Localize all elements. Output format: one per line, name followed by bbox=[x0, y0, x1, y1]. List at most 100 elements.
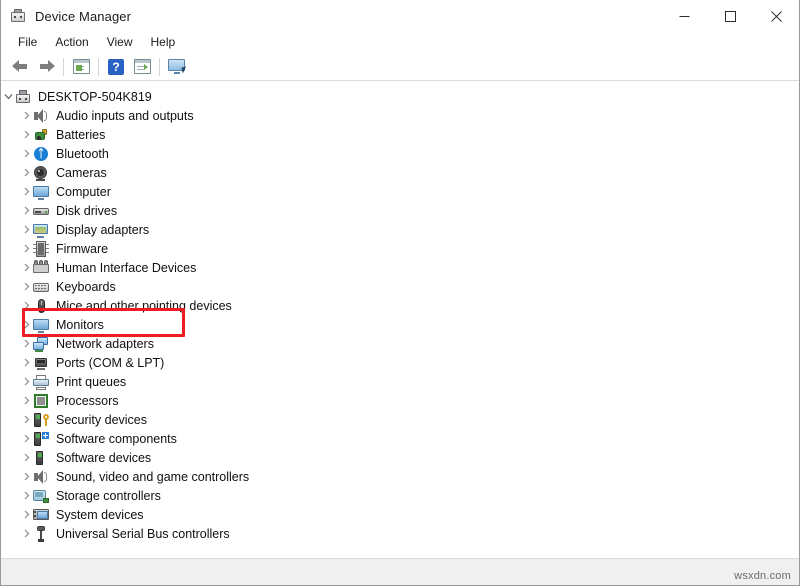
chevron-right-icon[interactable] bbox=[19, 448, 33, 467]
camera-icon bbox=[33, 165, 49, 181]
chevron-right-icon[interactable] bbox=[19, 353, 33, 372]
port-icon bbox=[33, 355, 49, 371]
toolbar-separator bbox=[63, 58, 64, 76]
tree-root-desktop[interactable]: DESKTOP-504K819 bbox=[1, 87, 799, 106]
chevron-right-icon[interactable] bbox=[19, 106, 33, 125]
chevron-right-icon[interactable] bbox=[19, 277, 33, 296]
tree-item-sound-video-and-game-controllers[interactable]: Sound, video and game controllers bbox=[1, 467, 799, 486]
tree-item-label: Keyboards bbox=[56, 279, 116, 295]
chevron-right-icon[interactable] bbox=[19, 486, 33, 505]
chevron-right-icon[interactable] bbox=[19, 163, 33, 182]
tree-item-label: Computer bbox=[56, 184, 111, 200]
menu-help[interactable]: Help bbox=[142, 33, 185, 52]
toolbar-separator bbox=[98, 58, 99, 76]
chevron-down-icon[interactable] bbox=[1, 87, 15, 106]
properties-button[interactable] bbox=[129, 55, 155, 79]
tree-item-network-adapters[interactable]: Network adapters bbox=[1, 334, 799, 353]
chevron-right-icon[interactable] bbox=[19, 315, 33, 334]
tree-item-storage-controllers[interactable]: Storage controllers bbox=[1, 486, 799, 505]
chevron-right-icon[interactable] bbox=[19, 182, 33, 201]
maximize-button[interactable] bbox=[707, 0, 753, 32]
hid-icon bbox=[33, 260, 49, 276]
chevron-right-icon[interactable] bbox=[19, 524, 33, 543]
printer-icon bbox=[33, 374, 49, 390]
scan-for-hardware-changes-button[interactable] bbox=[164, 55, 190, 79]
chevron-right-icon[interactable] bbox=[19, 334, 33, 353]
chevron-right-icon[interactable] bbox=[19, 201, 33, 220]
properties-icon bbox=[134, 59, 151, 74]
back-button[interactable] bbox=[7, 55, 33, 79]
device-tree-panel[interactable]: DESKTOP-504K819 Audio inputs and outputs bbox=[1, 81, 799, 558]
tree-item-universal-serial-bus-controllers[interactable]: Universal Serial Bus controllers bbox=[1, 524, 799, 543]
computer-icon bbox=[15, 89, 31, 105]
tree-item-label: Sound, video and game controllers bbox=[56, 469, 249, 485]
tree-item-human-interface-devices[interactable]: Human Interface Devices bbox=[1, 258, 799, 277]
window-controls bbox=[661, 0, 799, 32]
tree-item-print-queues[interactable]: Print queues bbox=[1, 372, 799, 391]
menu-view[interactable]: View bbox=[98, 33, 142, 52]
tree-item-security-devices[interactable]: Security devices bbox=[1, 410, 799, 429]
firmware-chip-icon bbox=[33, 241, 49, 257]
speaker-icon bbox=[33, 469, 49, 485]
tree-item-label: Print queues bbox=[56, 374, 126, 390]
tree-item-system-devices[interactable]: System devices bbox=[1, 505, 799, 524]
network-adapter-icon bbox=[33, 336, 49, 352]
tree-item-label: Ports (COM & LPT) bbox=[56, 355, 164, 371]
security-device-icon bbox=[33, 412, 49, 428]
monitor-icon bbox=[33, 317, 49, 333]
tree-item-mice-and-other-pointing-devices[interactable]: Mice and other pointing devices bbox=[1, 296, 799, 315]
forward-button[interactable] bbox=[33, 55, 59, 79]
tree-item-label: Human Interface Devices bbox=[56, 260, 196, 276]
chevron-right-icon[interactable] bbox=[19, 220, 33, 239]
tree-root-label: DESKTOP-504K819 bbox=[38, 89, 152, 105]
tree-item-firmware[interactable]: Firmware bbox=[1, 239, 799, 258]
tree-item-software-devices[interactable]: Software devices bbox=[1, 448, 799, 467]
chevron-right-icon[interactable] bbox=[19, 391, 33, 410]
tree-item-audio-inputs-and-outputs[interactable]: Audio inputs and outputs bbox=[1, 106, 799, 125]
menu-action[interactable]: Action bbox=[46, 33, 97, 52]
tree-item-cameras[interactable]: Cameras bbox=[1, 163, 799, 182]
tree-item-label: Audio inputs and outputs bbox=[56, 108, 194, 124]
tree-item-label: Cameras bbox=[56, 165, 107, 181]
chevron-right-icon[interactable] bbox=[19, 467, 33, 486]
disk-drive-icon bbox=[33, 203, 49, 219]
tree-item-label: Storage controllers bbox=[56, 488, 161, 504]
tree-item-label: Software devices bbox=[56, 450, 151, 466]
chevron-right-icon[interactable] bbox=[19, 372, 33, 391]
device-manager-window: Device Manager File Action View Help bbox=[0, 0, 800, 586]
scan-for-hardware-changes-icon bbox=[168, 59, 187, 74]
tree-item-keyboards[interactable]: Keyboards bbox=[1, 277, 799, 296]
tree-item-label: Monitors bbox=[56, 317, 104, 333]
chevron-right-icon[interactable] bbox=[19, 505, 33, 524]
usb-icon bbox=[33, 526, 49, 542]
minimize-button[interactable] bbox=[661, 0, 707, 32]
tree-item-disk-drives[interactable]: Disk drives bbox=[1, 201, 799, 220]
tree-item-computer[interactable]: Computer bbox=[1, 182, 799, 201]
tree-item-ports[interactable]: Ports (COM & LPT) bbox=[1, 353, 799, 372]
menu-file[interactable]: File bbox=[9, 33, 46, 52]
tree-item-processors[interactable]: Processors bbox=[1, 391, 799, 410]
chevron-right-icon[interactable] bbox=[19, 429, 33, 448]
chevron-right-icon[interactable] bbox=[19, 410, 33, 429]
tree-item-software-components[interactable]: Software components bbox=[1, 429, 799, 448]
title-bar: Device Manager bbox=[1, 0, 799, 32]
chevron-right-icon[interactable] bbox=[19, 258, 33, 277]
chevron-right-icon[interactable] bbox=[19, 144, 33, 163]
tree-item-bluetooth[interactable]: ᛏ Bluetooth bbox=[1, 144, 799, 163]
show-hide-console-tree-icon bbox=[73, 59, 90, 74]
tree-item-batteries[interactable]: Batteries bbox=[1, 125, 799, 144]
tree-item-label: Display adapters bbox=[56, 222, 149, 238]
device-manager-icon bbox=[10, 8, 26, 24]
help-button[interactable]: ? bbox=[103, 55, 129, 79]
chevron-right-icon[interactable] bbox=[19, 296, 33, 315]
speaker-icon bbox=[33, 108, 49, 124]
chevron-right-icon[interactable] bbox=[19, 239, 33, 258]
tree-item-display-adapters[interactable]: Display adapters bbox=[1, 220, 799, 239]
tree-item-label: System devices bbox=[56, 507, 144, 523]
close-button[interactable] bbox=[753, 0, 799, 32]
processor-icon bbox=[33, 393, 49, 409]
tree-item-monitors[interactable]: Monitors bbox=[1, 315, 799, 334]
chevron-right-icon[interactable] bbox=[19, 125, 33, 144]
show-hide-console-tree-button[interactable] bbox=[68, 55, 94, 79]
tree-item-label: Universal Serial Bus controllers bbox=[56, 526, 230, 542]
